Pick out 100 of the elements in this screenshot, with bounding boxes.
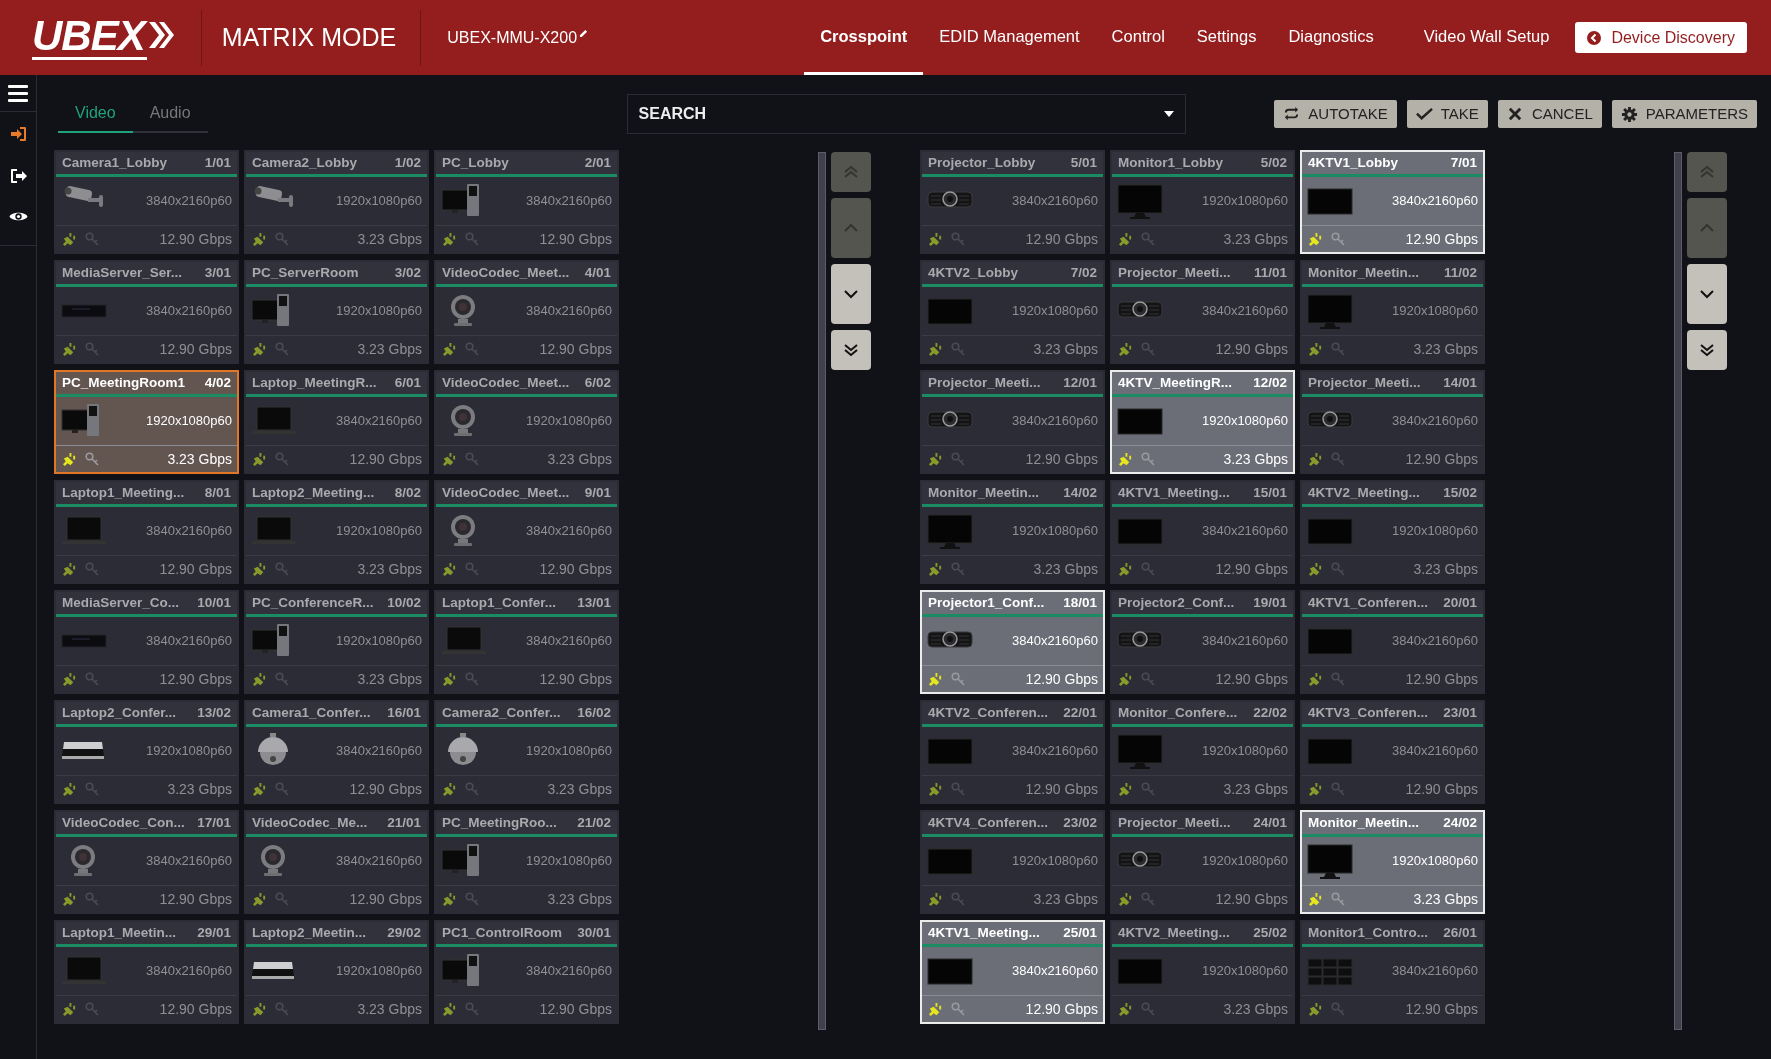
port-number: 17/01 bbox=[197, 813, 231, 832]
destination-card[interactable]: Projector_Meeti... 11/01 3840x2160p60 12.90 Gbps bbox=[1110, 260, 1295, 364]
key-icon bbox=[1331, 452, 1345, 466]
bandwidth: 12.90 Gbps bbox=[159, 229, 232, 249]
scrollbar[interactable] bbox=[1674, 152, 1682, 1030]
destination-card[interactable]: 4KTV1_Conferen... 20/01 3840x2160p60 12.90 Gbps bbox=[1300, 590, 1485, 694]
destination-card[interactable]: 4KTV4_Conferen... 23/02 1920x1080p60 3.23 Gbps bbox=[920, 810, 1105, 914]
destination-card[interactable]: 4KTV1_Lobby 7/01 3840x2160p60 12.90 Gbps bbox=[1300, 150, 1485, 254]
source-card[interactable]: VideoCodec_Con... 17/01 3840x2160p60 12.90 Gbps bbox=[54, 810, 239, 914]
nav-tab[interactable]: Control bbox=[1095, 0, 1181, 75]
plug-icon bbox=[62, 781, 77, 797]
pencil-icon[interactable] bbox=[579, 29, 589, 38]
nav-tab[interactable]: Crosspoint bbox=[804, 0, 924, 75]
source-card[interactable]: MediaServer_Co... 10/01 3840x2160p60 12.90 Gbps bbox=[54, 590, 239, 694]
destination-card[interactable]: Monitor1_Lobby 5/02 1920x1080p60 3.23 Gbps bbox=[1110, 150, 1295, 254]
bandwidth: 12.90 Gbps bbox=[539, 559, 612, 579]
source-card[interactable]: VideoCodec_Meet... 4/01 3840x2160p60 12.90 Gbps bbox=[434, 260, 619, 364]
destination-card[interactable]: Projector_Meeti... 14/01 3840x2160p60 12.90 Gbps bbox=[1300, 370, 1485, 474]
destination-card[interactable]: 4KTV2_Lobby 7/02 1920x1080p60 3.23 Gbps bbox=[920, 260, 1105, 364]
bandwidth: 12.90 Gbps bbox=[1405, 229, 1478, 249]
action-button[interactable]: TAKE bbox=[1406, 100, 1488, 128]
source-card[interactable]: Laptop2_Meeting... 8/02 1920x1080p60 3.23 Gbps bbox=[244, 480, 429, 584]
nav-tab[interactable]: Settings bbox=[1180, 0, 1273, 75]
bandwidth: 12.90 Gbps bbox=[1025, 999, 1098, 1019]
source-card[interactable]: PC1_ControlRoom 30/01 3840x2160p60 12.90 Gbps bbox=[434, 920, 619, 1024]
destination-card[interactable]: Projector_Meeti... 24/01 1920x1080p60 12.90 Gbps bbox=[1110, 810, 1295, 914]
device-name: Camera1_Lobby bbox=[62, 153, 168, 172]
tab[interactable]: Audio bbox=[132, 95, 208, 133]
key-icon bbox=[275, 892, 289, 906]
menu-icon[interactable] bbox=[8, 84, 28, 102]
sign-out-icon[interactable] bbox=[9, 168, 27, 184]
device-name: 4KTV_MeetingR... bbox=[1118, 373, 1233, 392]
resolution: 3840x2160p60 bbox=[1201, 632, 1288, 651]
plug-icon bbox=[1308, 341, 1323, 357]
source-card[interactable]: Camera1_Lobby 1/01 3840x2160p60 12.90 Gbps bbox=[54, 150, 239, 254]
device-name: 4KTV1_Meeting... bbox=[1118, 483, 1230, 502]
resolution: 1920x1080p60 bbox=[525, 852, 612, 871]
destination-card[interactable]: Monitor_Meetin... 11/02 1920x1080p60 3.23 Gbps bbox=[1300, 260, 1485, 364]
destination-card[interactable]: Monitor_Confere... 22/02 1920x1080p60 3.23 Gbps bbox=[1110, 700, 1295, 804]
destination-card[interactable]: 4KTV2_Conferen... 22/01 3840x2160p60 12.90 Gbps bbox=[920, 700, 1105, 804]
sign-in-icon[interactable] bbox=[9, 126, 27, 142]
source-card[interactable]: PC_MeetingRoom1 4/02 1920x1080p60 3.23 Gbps bbox=[54, 370, 239, 474]
destination-card[interactable]: Monitor_Meetin... 14/02 1920x1080p60 3.23 Gbps bbox=[920, 480, 1105, 584]
nav-tab[interactable]: Video Wall Setup bbox=[1407, 0, 1566, 75]
key-icon bbox=[951, 562, 965, 576]
scrollbar[interactable] bbox=[818, 152, 826, 1030]
key-icon bbox=[951, 1002, 965, 1016]
scroll-button[interactable] bbox=[831, 330, 871, 370]
destination-card[interactable]: Projector1_Conf... 18/01 3840x2160p60 12.90 Gbps bbox=[920, 590, 1105, 694]
port-number: 8/02 bbox=[394, 483, 421, 502]
source-card[interactable]: Camera2_Lobby 1/02 1920x1080p60 3.23 Gbps bbox=[244, 150, 429, 254]
source-card[interactable]: Camera1_Confer... 16/01 3840x2160p60 12.90 Gbps bbox=[244, 700, 429, 804]
nav-tab[interactable]: EDID Management bbox=[923, 0, 1096, 75]
scroll-button[interactable] bbox=[1687, 330, 1727, 370]
source-card[interactable]: PC_Lobby 2/01 3840x2160p60 12.90 Gbps bbox=[434, 150, 619, 254]
bandwidth: 12.90 Gbps bbox=[1025, 669, 1098, 689]
destination-card[interactable]: 4KTV1_Meeting... 25/01 3840x2160p60 12.90 Gbps bbox=[920, 920, 1105, 1024]
source-card[interactable]: Laptop2_Confer... 13/02 1920x1080p60 3.23 Gbps bbox=[54, 700, 239, 804]
key-icon bbox=[465, 562, 479, 576]
action-button[interactable]: AUTOTAKE bbox=[1274, 100, 1397, 128]
source-card[interactable]: Laptop1_Meeting... 8/01 3840x2160p60 12.90 Gbps bbox=[54, 480, 239, 584]
eye-icon[interactable] bbox=[8, 210, 28, 223]
destination-card[interactable]: Projector_Lobby 5/01 3840x2160p60 12.90 Gbps bbox=[920, 150, 1105, 254]
source-card[interactable]: Camera2_Confer... 16/02 1920x1080p60 3.23 Gbps bbox=[434, 700, 619, 804]
destination-card[interactable]: 4KTV1_Meeting... 15/01 3840x2160p60 12.90 Gbps bbox=[1110, 480, 1295, 584]
device-name: Laptop2_Meetin... bbox=[252, 923, 366, 942]
destination-card[interactable]: Monitor_Meetin... 24/02 1920x1080p60 3.23 Gbps bbox=[1300, 810, 1485, 914]
source-card[interactable]: Laptop1_Confer... 13/01 3840x2160p60 12.90 Gbps bbox=[434, 590, 619, 694]
nav-tab[interactable]: Diagnostics bbox=[1272, 0, 1390, 75]
source-card[interactable]: Laptop_MeetingR... 6/01 3840x2160p60 12.90 Gbps bbox=[244, 370, 429, 474]
key-icon bbox=[1331, 892, 1345, 906]
action-button[interactable]: CANCEL bbox=[1497, 100, 1602, 128]
source-card[interactable]: VideoCodec_Meet... 6/02 1920x1080p60 3.23 Gbps bbox=[434, 370, 619, 474]
device-name: 4KTV3_Conferen... bbox=[1308, 703, 1429, 722]
source-card[interactable]: MediaServer_Ser... 3/01 3840x2160p60 12.90 Gbps bbox=[54, 260, 239, 364]
plug-icon bbox=[62, 231, 77, 247]
tab[interactable]: Video bbox=[58, 95, 133, 133]
plug-icon bbox=[442, 1001, 457, 1017]
source-card[interactable]: PC_ConferenceR... 10/02 1920x1080p60 3.23 Gbps bbox=[244, 590, 429, 694]
source-card[interactable]: Laptop2_Meetin... 29/02 1920x1080p60 3.23 Gbps bbox=[244, 920, 429, 1024]
destination-card[interactable]: Projector2_Conf... 19/01 3840x2160p60 12.90 Gbps bbox=[1110, 590, 1295, 694]
device-name: Monitor1_Lobby bbox=[1118, 153, 1223, 172]
destination-card[interactable]: 4KTV_MeetingR... 12/02 1920x1080p60 3.23 Gbps bbox=[1110, 370, 1295, 474]
action-button[interactable]: PARAMETERS bbox=[1611, 100, 1757, 128]
key-icon bbox=[465, 672, 479, 686]
destination-card[interactable]: 4KTV2_Meeting... 25/02 1920x1080p60 3.23 Gbps bbox=[1110, 920, 1295, 1024]
source-card[interactable]: VideoCodec_Meet... 9/01 3840x2160p60 12.90 Gbps bbox=[434, 480, 619, 584]
destination-card[interactable]: Projector_Meeti... 12/01 3840x2160p60 12.90 Gbps bbox=[920, 370, 1105, 474]
key-icon bbox=[1141, 782, 1155, 796]
source-card[interactable]: PC_MeetingRoo... 21/02 1920x1080p60 3.23 Gbps bbox=[434, 810, 619, 914]
destination-card[interactable]: 4KTV2_Meeting... 15/02 1920x1080p60 3.23 Gbps bbox=[1300, 480, 1485, 584]
search-dropdown[interactable]: SEARCH bbox=[626, 94, 1186, 134]
destination-card[interactable]: 4KTV3_Conferen... 23/01 3840x2160p60 12.90 Gbps bbox=[1300, 700, 1485, 804]
source-card[interactable]: Laptop1_Meetin... 29/01 3840x2160p60 12.90 Gbps bbox=[54, 920, 239, 1024]
source-card[interactable]: PC_ServerRoom 3/02 1920x1080p60 3.23 Gbps bbox=[244, 260, 429, 364]
double-chevron-down-icon bbox=[1698, 341, 1716, 359]
source-card[interactable]: VideoCodec_Me... 21/01 3840x2160p60 12.90 Gbps bbox=[244, 810, 429, 914]
key-icon bbox=[951, 342, 965, 356]
destination-card[interactable]: Monitor1_Contro... 26/01 3840x2160p60 12.90 Gbps bbox=[1300, 920, 1485, 1024]
device-discovery-button[interactable]: Device Discovery bbox=[1575, 22, 1747, 53]
